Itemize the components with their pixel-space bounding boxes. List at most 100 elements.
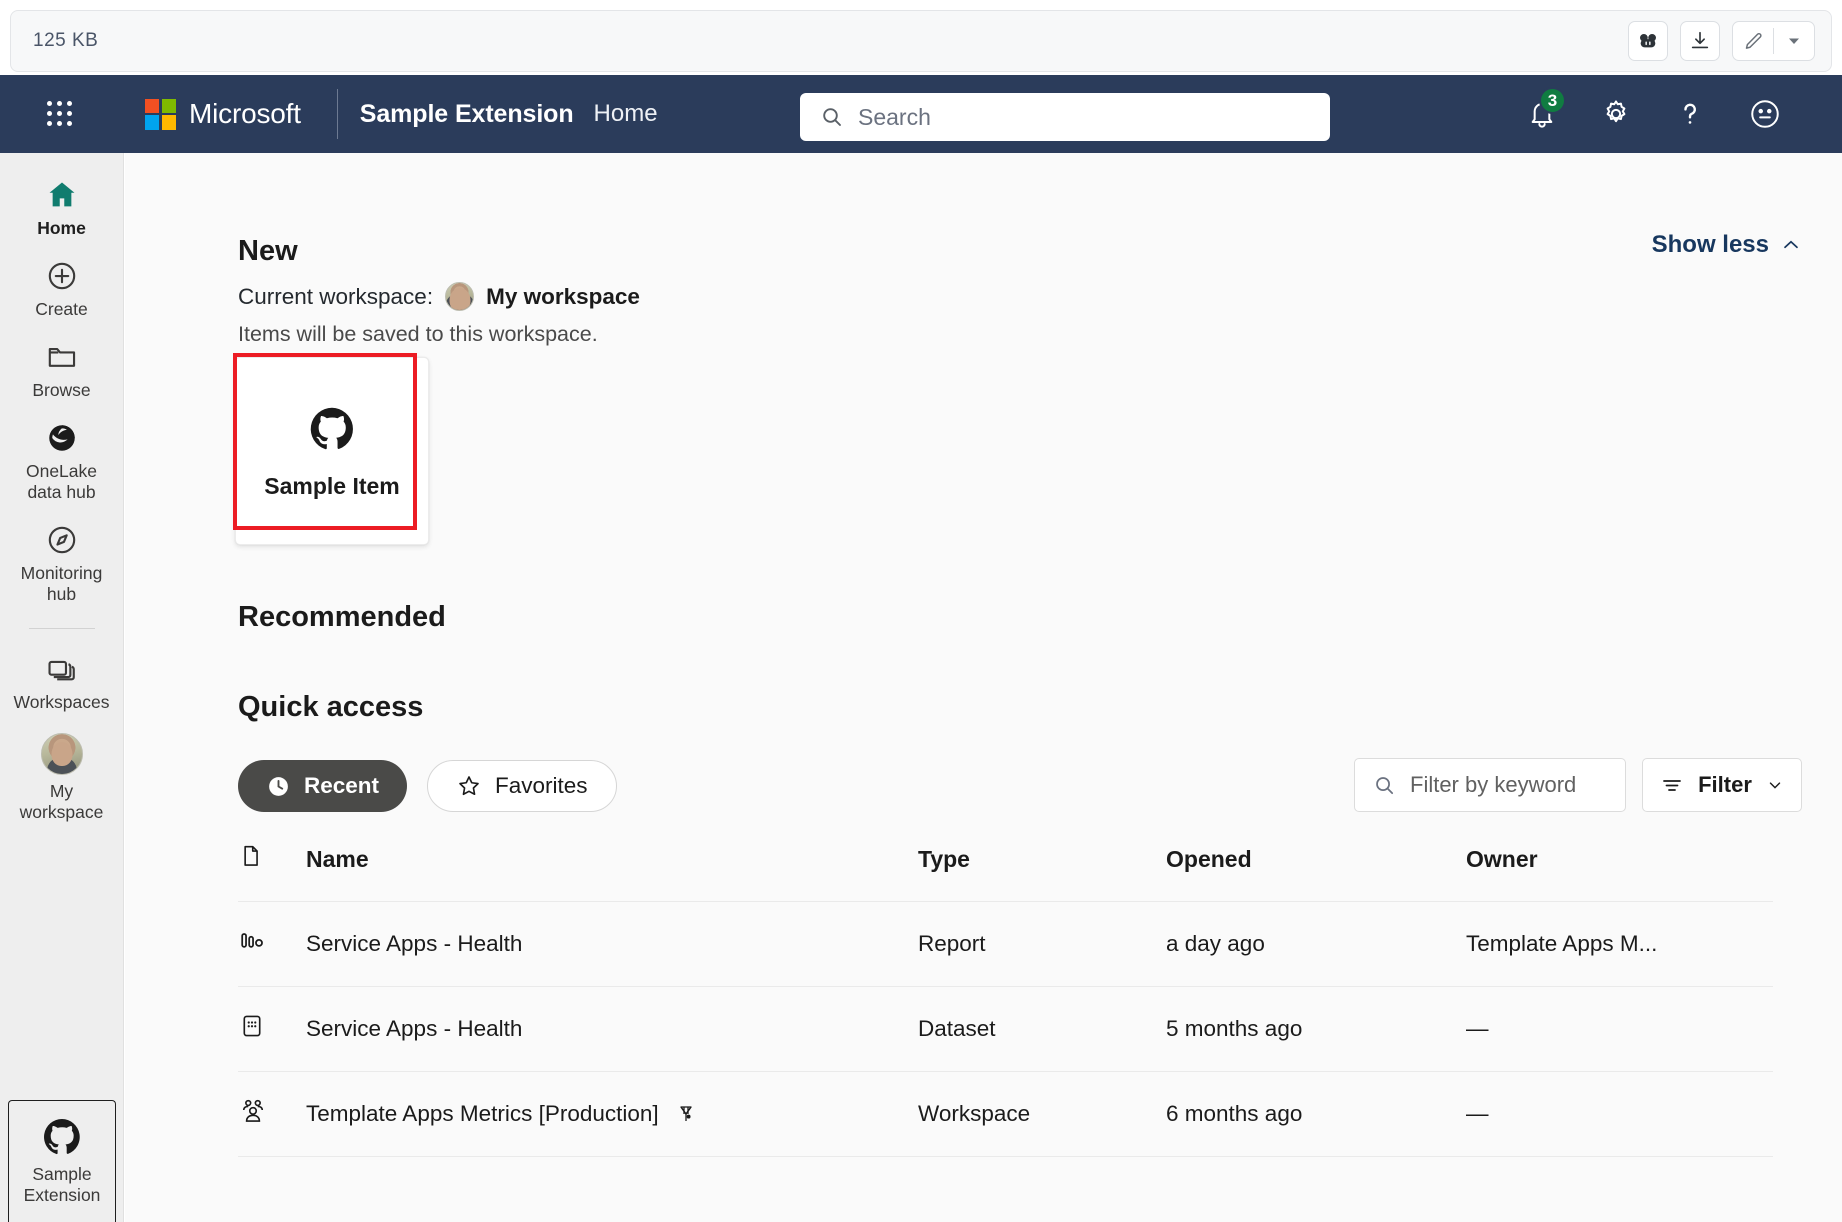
workspace-people-icon	[238, 1096, 268, 1126]
tab-recent[interactable]: Recent	[238, 760, 408, 812]
column-header-icon	[238, 843, 306, 902]
sidebar-item-monitoring-hub[interactable]: Monitoring hub	[8, 514, 116, 612]
current-workspace-label: Current workspace:	[238, 283, 434, 309]
row-type-icon-cell	[238, 901, 306, 987]
report-chart-icon	[238, 927, 266, 955]
app-launcher-icon[interactable]	[47, 101, 73, 127]
sidebar-item-label: My workspace	[19, 781, 104, 822]
row-owner-cell: —	[1466, 1071, 1773, 1157]
help-icon[interactable]	[1674, 98, 1706, 130]
table-row[interactable]: Template Apps Metrics [Production] Works…	[238, 1071, 1773, 1157]
sidebar-item-label: Workspaces	[13, 692, 110, 712]
onelake-icon	[48, 425, 75, 451]
quick-access-table: Name Type Opened Owner Service Apps - He…	[238, 843, 1773, 1157]
recommended-section-title: Recommended	[238, 601, 446, 633]
nav-actions: 3	[1526, 75, 1842, 153]
notification-badge: 3	[1539, 87, 1566, 114]
sidebar-item-label: Create	[35, 299, 88, 319]
new-section-header: New Current workspace: My workspace Item…	[238, 235, 640, 347]
nav-home-link[interactable]: Home	[594, 100, 658, 128]
row-name-cell[interactable]: Service Apps - Health	[306, 986, 918, 1072]
github-octocat-icon	[44, 1119, 80, 1155]
search-icon	[823, 108, 841, 126]
quick-access-filters: Filter by keyword Filter	[1354, 758, 1802, 812]
download-icon[interactable]	[1680, 21, 1720, 61]
row-opened-cell: 5 months ago	[1166, 986, 1466, 1072]
microsoft-wordmark: Microsoft	[189, 98, 301, 129]
row-name: Template Apps Metrics [Production]	[306, 1101, 659, 1126]
row-name-cell[interactable]: Template Apps Metrics [Production]	[306, 1071, 918, 1157]
row-opened-cell: 6 months ago	[1166, 1071, 1466, 1157]
new-item-card-sample-item[interactable]: Sample Item	[235, 357, 429, 545]
row-type-icon-cell	[238, 986, 306, 1072]
chevron-down-icon	[1769, 782, 1781, 789]
edit-icon[interactable]	[1733, 22, 1773, 60]
sidebar-item-create[interactable]: Create	[8, 250, 116, 327]
star-icon	[459, 776, 479, 796]
filter-button-label: Filter	[1698, 772, 1752, 797]
sidebar-item-onelake-data-hub[interactable]: OneLake data hub	[8, 412, 116, 510]
column-header-name[interactable]: Name	[306, 843, 918, 902]
search-placeholder: Search	[858, 103, 931, 130]
column-header-owner[interactable]: Owner	[1466, 843, 1773, 902]
show-less-label: Show less	[1651, 231, 1769, 258]
feedback-smiley-icon[interactable]	[1748, 97, 1782, 131]
sidebar-item-label: Home	[37, 218, 86, 238]
plus-circle-icon	[48, 262, 75, 290]
tab-label: Favorites	[495, 773, 588, 798]
avatar-icon	[40, 733, 83, 775]
sidebar-item-my-workspace[interactable]: My workspace	[8, 724, 116, 830]
column-header-type[interactable]: Type	[918, 843, 1166, 902]
filter-keyword-input[interactable]: Filter by keyword	[1354, 758, 1626, 812]
show-less-button[interactable]: Show less	[1652, 231, 1802, 259]
compass-icon	[48, 526, 75, 554]
sidebar-item-browse[interactable]: Browse	[8, 331, 116, 408]
new-item-card-label: Sample Item	[264, 472, 400, 499]
sidebar-item-home[interactable]: Home	[8, 169, 116, 246]
filter-button[interactable]: Filter	[1642, 758, 1802, 812]
main-content: New Current workspace: My workspace Item…	[125, 153, 1842, 1222]
clock-icon	[269, 776, 288, 796]
nav-divider	[336, 89, 338, 139]
product-name[interactable]: Sample Extension	[360, 100, 574, 129]
premium-diamond-icon	[674, 1102, 698, 1126]
table-row[interactable]: Service Apps - Health Report a day ago T…	[238, 901, 1773, 987]
copilot-icon[interactable]	[1628, 21, 1668, 61]
workspace-name[interactable]: My workspace	[486, 284, 640, 310]
new-item-card-wrapper: Sample Item	[233, 353, 429, 545]
home-icon	[49, 182, 74, 207]
gear-icon[interactable]	[1600, 98, 1632, 130]
microsoft-logo[interactable]: Microsoft	[145, 98, 301, 130]
table-header-row: Name Type Opened Owner	[238, 843, 1773, 902]
sidebar-item-sample-extension[interactable]: Sample Extension	[8, 1100, 116, 1222]
row-type-cell: Report	[918, 901, 1166, 987]
bell-icon[interactable]: 3	[1526, 87, 1566, 130]
quick-access-tabs: Recent Favorites	[238, 760, 617, 812]
page-title: New	[238, 235, 298, 267]
edit-dropdown-group	[1732, 21, 1815, 61]
chevron-up-icon	[1784, 240, 1798, 249]
chevron-down-icon[interactable]	[1774, 22, 1814, 60]
row-name: Service Apps - Health	[306, 1016, 523, 1041]
dataset-grid-icon	[238, 1012, 266, 1040]
row-owner-cell: Template Apps M...	[1466, 901, 1773, 987]
tab-label: Recent	[304, 773, 380, 798]
row-owner-cell: —	[1466, 986, 1773, 1072]
tab-favorites[interactable]: Favorites	[427, 760, 617, 812]
search-input[interactable]: Search	[800, 93, 1330, 141]
sidebar-item-workspaces[interactable]: Workspaces	[8, 643, 116, 720]
row-opened-cell: a day ago	[1166, 901, 1466, 987]
workspace-note: Items will be saved to this workspace.	[238, 322, 598, 346]
left-navigation-rail: Home Create Browse OneLake data hub Moni…	[0, 153, 124, 1222]
table-row[interactable]: Service Apps - Health Dataset 5 months a…	[238, 986, 1773, 1072]
microsoft-squares-icon	[145, 98, 176, 130]
column-header-opened[interactable]: Opened	[1166, 843, 1466, 902]
row-name: Service Apps - Health	[306, 931, 523, 956]
row-type-icon-cell	[238, 1071, 306, 1157]
file-size-label: 125 KB	[33, 30, 99, 51]
search-icon	[1376, 776, 1394, 794]
row-name-cell[interactable]: Service Apps - Health	[306, 901, 918, 987]
avatar	[445, 282, 475, 311]
divider	[28, 628, 95, 629]
sidebar-item-label: Browse	[32, 380, 91, 400]
